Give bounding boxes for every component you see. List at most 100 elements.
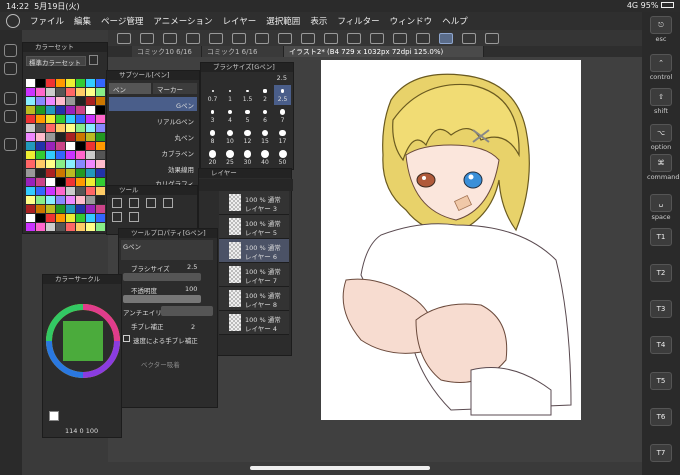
color-swatch[interactable] [26, 187, 35, 195]
navigator-icon[interactable] [4, 138, 17, 151]
fill-icon[interactable] [278, 32, 292, 44]
color-swatch[interactable] [36, 142, 45, 150]
color-swatch[interactable] [56, 79, 65, 87]
key-t7[interactable]: T7 [647, 444, 675, 463]
color-swatch[interactable] [96, 79, 105, 87]
color-swatch[interactable] [46, 187, 55, 195]
color-swatch[interactable] [26, 124, 35, 132]
color-swatch[interactable] [86, 169, 95, 177]
color-swatch[interactable] [46, 169, 55, 177]
menu-filter[interactable]: フィルター [337, 15, 379, 27]
color-swatch[interactable] [96, 178, 105, 186]
layer-row[interactable]: 100 % 通常 レイヤー 7 [219, 263, 289, 287]
antialias-selector[interactable] [161, 306, 213, 316]
color-swatch[interactable] [36, 97, 45, 105]
deselect-icon[interactable] [324, 32, 338, 44]
color-swatch[interactable] [86, 88, 95, 96]
color-swatch[interactable] [56, 133, 65, 141]
color-swatch[interactable] [86, 79, 95, 87]
color-swatch[interactable] [36, 160, 45, 168]
color-swatch[interactable] [56, 151, 65, 159]
color-swatch[interactable] [56, 115, 65, 123]
color-swatch[interactable] [56, 106, 65, 114]
key-control[interactable]: ⌃ control [647, 54, 675, 81]
save-icon[interactable] [186, 32, 200, 44]
color-swatch[interactable] [96, 196, 105, 204]
brush-size-option[interactable]: 1.5 [239, 85, 256, 105]
key-command[interactable]: ⌘ command [647, 154, 679, 181]
color-swatch[interactable] [76, 151, 85, 159]
color-swatch[interactable] [26, 196, 35, 204]
color-swatch[interactable] [66, 187, 75, 195]
tab-marker[interactable]: マーカー [153, 83, 197, 94]
color-swatch[interactable] [46, 124, 55, 132]
color-swatch[interactable] [36, 79, 45, 87]
color-set-dropdown[interactable]: 標準カラーセット [26, 56, 86, 67]
pen-tilt-icon[interactable] [485, 32, 499, 44]
color-swatch[interactable] [36, 88, 45, 96]
color-swatch[interactable] [36, 196, 45, 204]
key-t6[interactable]: T6 [647, 408, 675, 427]
subtool-effect-line[interactable]: 効果線用 [109, 161, 197, 175]
menu-layer[interactable]: レイヤー [223, 15, 257, 27]
brush-size-option[interactable]: 30 [239, 148, 256, 168]
color-swatch[interactable] [26, 97, 35, 105]
color-swatch[interactable] [26, 142, 35, 150]
color-swatch[interactable] [46, 133, 55, 141]
color-swatch[interactable] [56, 169, 65, 177]
pen-pressure-icon[interactable] [462, 32, 476, 44]
color-swatch[interactable] [76, 133, 85, 141]
color-swatch[interactable] [86, 151, 95, 159]
color-swatch[interactable] [36, 151, 45, 159]
material-icon[interactable] [4, 110, 17, 123]
color-swatch[interactable] [66, 151, 75, 159]
color-swatch[interactable] [76, 187, 85, 195]
color-swatch[interactable] [46, 79, 55, 87]
color-swatch[interactable] [96, 97, 105, 105]
lasso-tool-icon[interactable] [163, 198, 173, 208]
color-swatch[interactable] [76, 178, 85, 186]
color-swatch[interactable] [76, 160, 85, 168]
color-swatch[interactable] [86, 187, 95, 195]
brush-size-option[interactable]: 50 [274, 148, 291, 168]
color-swatch[interactable] [66, 142, 75, 150]
brush-size-option[interactable]: 25 [222, 148, 239, 168]
brush-size-option[interactable]: 0.7 [204, 85, 221, 105]
menu-toggle-icon[interactable] [117, 32, 131, 44]
snap-ruler-icon[interactable] [416, 32, 430, 44]
key-esc[interactable]: ⎋ esc [647, 16, 675, 43]
color-swatch[interactable] [26, 214, 35, 222]
key-shift[interactable]: ⇧ shift [647, 88, 675, 115]
color-swatch[interactable] [26, 106, 35, 114]
hand-tool-icon[interactable] [129, 198, 139, 208]
tab-comic1[interactable]: コミック1 6/16 [202, 46, 284, 57]
color-wheel[interactable] [45, 301, 121, 381]
app-logo-icon[interactable] [6, 14, 20, 28]
color-set-settings-icon[interactable] [89, 55, 98, 65]
move-tool-icon[interactable] [112, 212, 122, 222]
color-swatch[interactable] [26, 79, 35, 87]
color-swatch[interactable] [96, 115, 105, 123]
color-swatch[interactable] [66, 160, 75, 168]
color-swatch[interactable] [46, 97, 55, 105]
color-swatch[interactable] [96, 187, 105, 195]
select-tool-icon[interactable] [146, 198, 156, 208]
brush-size-option[interactable]: 40 [257, 148, 274, 168]
color-swatch[interactable] [56, 214, 65, 222]
color-swatch[interactable] [36, 124, 45, 132]
menu-selection[interactable]: 選択範囲 [266, 15, 300, 27]
color-swatch[interactable] [76, 196, 85, 204]
crop-icon[interactable] [370, 32, 384, 44]
key-t1[interactable]: T1 [647, 228, 675, 247]
opacity-slider[interactable] [123, 295, 201, 303]
color-swatch[interactable] [46, 106, 55, 114]
color-swatch[interactable] [66, 133, 75, 141]
wand-tool-icon[interactable] [129, 212, 139, 222]
subtool-gpen[interactable]: Gペン [109, 97, 197, 111]
layer-icon[interactable] [4, 62, 17, 75]
color-swatch[interactable] [26, 133, 35, 141]
brush-size-option[interactable]: 4 [222, 106, 239, 126]
new-icon[interactable] [140, 32, 154, 44]
color-swatch[interactable] [36, 214, 45, 222]
clear-icon[interactable] [255, 32, 269, 44]
